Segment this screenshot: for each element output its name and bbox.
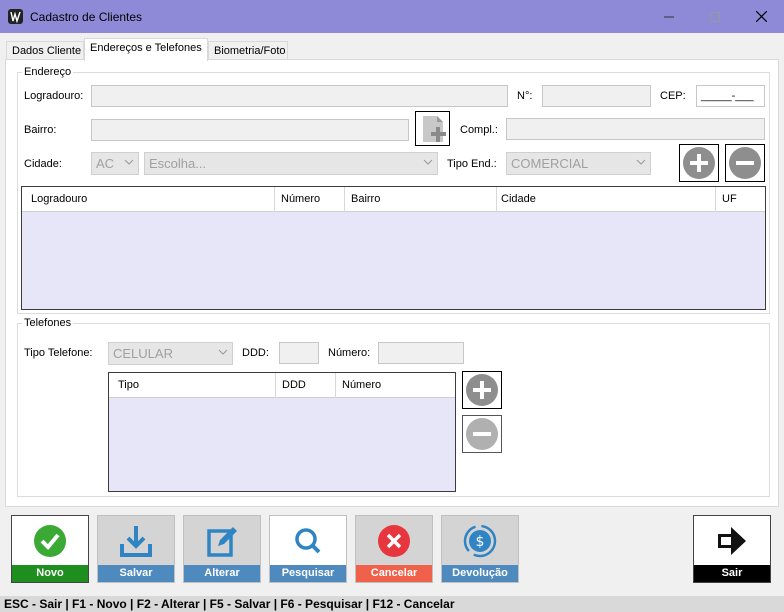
search-icon xyxy=(295,528,321,554)
close-icon xyxy=(755,11,767,22)
novo-label: Novo xyxy=(12,565,88,582)
col-bairro[interactable]: Bairro xyxy=(351,193,380,205)
chevron-down-icon xyxy=(423,159,433,165)
add-document-icon xyxy=(422,115,446,142)
col-ddd[interactable]: DDD xyxy=(282,379,306,391)
tipo-telefone-select[interactable]: CELULAR xyxy=(108,342,233,365)
chevron-down-icon xyxy=(124,159,134,165)
cancelar-label: Cancelar xyxy=(356,565,432,582)
exit-icon xyxy=(718,527,746,555)
window-title: Cadastro de Clientes xyxy=(30,10,143,24)
minimize-button[interactable] xyxy=(646,0,692,33)
col-numero[interactable]: Número xyxy=(281,193,320,205)
col-tipo[interactable]: Tipo xyxy=(118,379,139,391)
col-logradouro[interactable]: Logradouro xyxy=(31,193,87,205)
cep-label: CEP: xyxy=(660,90,686,102)
alterar-button[interactable]: Alterar xyxy=(183,515,261,583)
telefones-grid[interactable]: Tipo DDD Número xyxy=(108,372,456,492)
enderecos-grid-header: Logradouro Número Bairro Cidade UF xyxy=(22,187,765,212)
tab-dados-cliente[interactable]: Dados Cliente xyxy=(6,41,84,60)
salvar-label: Salvar xyxy=(98,565,174,582)
minus-circle-icon xyxy=(729,147,761,179)
money-return-icon: $ xyxy=(463,524,497,558)
tipo-telefone-value: CELULAR xyxy=(113,346,173,361)
sair-button[interactable]: Sair xyxy=(693,515,771,583)
logradouro-input[interactable] xyxy=(91,85,508,107)
sair-label: Sair xyxy=(694,565,770,582)
telefones-grid-header: Tipo DDD Número xyxy=(109,373,455,398)
endereco-legend: Endereço xyxy=(24,66,72,78)
compl-label: Compl.: xyxy=(460,124,498,136)
cep-input[interactable]: _____-___ xyxy=(696,85,765,107)
download-icon xyxy=(120,526,152,557)
title-bar: Cadastro de Clientes xyxy=(0,0,784,33)
telefones-legend: Telefones xyxy=(24,317,72,329)
telefone-numero-input[interactable] xyxy=(378,342,464,364)
pesquisar-button[interactable]: Pesquisar xyxy=(269,515,347,583)
chevron-down-icon xyxy=(218,349,228,355)
ddd-label: DDD: xyxy=(242,347,269,359)
svg-text:$: $ xyxy=(476,534,485,550)
minus-circle-icon xyxy=(466,418,498,450)
numero-input[interactable] xyxy=(542,85,651,107)
add-telefone-button[interactable] xyxy=(462,371,502,409)
plus-circle-icon xyxy=(466,374,498,406)
status-bar: ESC - Sair | F1 - Novo | F2 - Alterar | … xyxy=(0,596,784,612)
numero-label: N°: xyxy=(517,90,533,102)
app-logo-icon xyxy=(8,9,23,24)
check-circle-icon xyxy=(34,525,66,557)
add-endereco-button[interactable] xyxy=(679,144,719,182)
maximize-icon xyxy=(710,11,720,22)
devolucao-button[interactable]: $ Devolução xyxy=(441,515,519,583)
maximize-button[interactable] xyxy=(692,0,738,33)
cidade-select[interactable]: Escolha... xyxy=(144,152,438,175)
cancelar-button[interactable]: Cancelar xyxy=(355,515,433,583)
close-button[interactable] xyxy=(738,0,784,33)
salvar-button[interactable]: Salvar xyxy=(97,515,175,583)
ddd-input[interactable] xyxy=(279,342,319,364)
col-cidade[interactable]: Cidade xyxy=(501,193,536,205)
cidade-label: Cidade: xyxy=(24,158,62,170)
telefone-numero-label: Número: xyxy=(328,347,371,359)
remove-endereco-button[interactable] xyxy=(725,144,765,182)
tab-strip: Dados Cliente Endereços e Telefones Biom… xyxy=(0,38,784,61)
novo-button[interactable]: Novo xyxy=(11,515,89,583)
tipo-end-value: COMERCIAL xyxy=(511,156,589,171)
pesquisar-label: Pesquisar xyxy=(270,565,346,582)
col-telefone-numero[interactable]: Número xyxy=(342,379,381,391)
chevron-down-icon xyxy=(636,159,646,165)
edit-icon xyxy=(207,527,237,557)
bairro-input[interactable] xyxy=(91,119,409,141)
remove-telefone-button[interactable] xyxy=(462,415,502,453)
tipo-end-label: Tipo End.: xyxy=(447,158,497,170)
new-bairro-button[interactable] xyxy=(415,111,450,146)
col-uf[interactable]: UF xyxy=(722,193,737,205)
tab-biometria-foto[interactable]: Biometria/Foto xyxy=(208,41,288,60)
devolucao-label: Devolução xyxy=(442,565,518,582)
uf-select[interactable]: AC xyxy=(91,152,139,175)
minimize-icon xyxy=(664,16,674,17)
enderecos-grid[interactable]: Logradouro Número Bairro Cidade UF xyxy=(21,186,766,310)
logradouro-label: Logradouro: xyxy=(24,90,84,102)
plus-circle-icon xyxy=(683,147,715,179)
compl-input[interactable] xyxy=(506,118,765,140)
cancel-circle-icon xyxy=(378,525,410,557)
alterar-label: Alterar xyxy=(184,565,260,582)
cidade-value: Escolha... xyxy=(149,156,207,171)
uf-value: AC xyxy=(96,156,115,171)
tab-enderecos-telefones[interactable]: Endereços e Telefones xyxy=(84,38,208,61)
tipo-end-select[interactable]: COMERCIAL xyxy=(506,152,651,175)
bairro-label: Bairro: xyxy=(24,124,57,136)
tipo-telefone-label: Tipo Telefone: xyxy=(24,347,93,359)
